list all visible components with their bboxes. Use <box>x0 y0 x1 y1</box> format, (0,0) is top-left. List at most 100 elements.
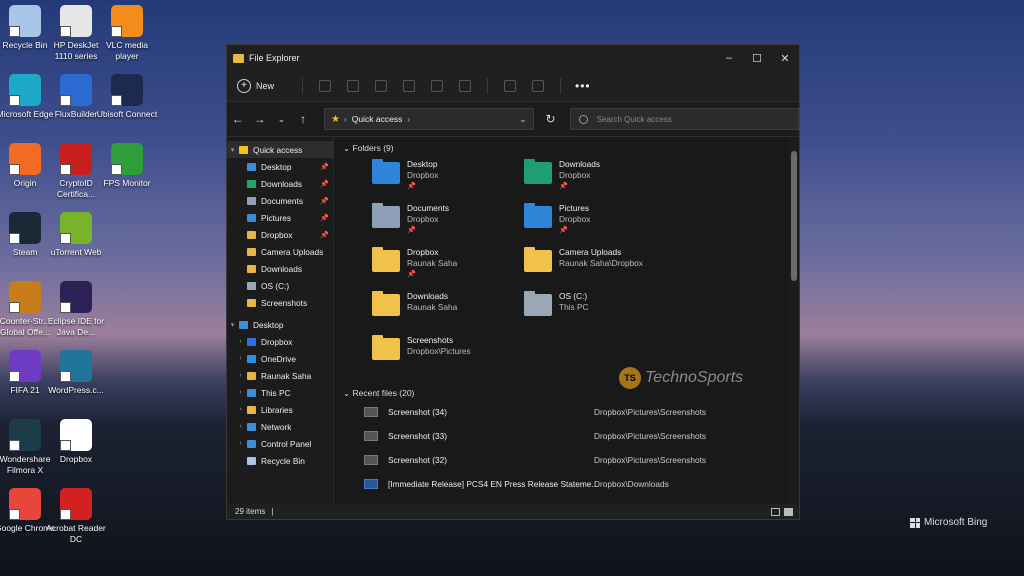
vertical-scrollbar[interactable] <box>789 137 799 504</box>
folder-icon <box>524 159 552 184</box>
app-icon <box>9 281 41 313</box>
back-arrow-icon[interactable]: ← <box>227 112 249 126</box>
forward-arrow-icon[interactable]: → <box>249 112 271 126</box>
delete-icon[interactable] <box>459 80 472 92</box>
desktop-icon[interactable]: WordPress.c... <box>44 350 108 396</box>
sidebar-item[interactable]: Downloads 📌 <box>227 175 333 192</box>
chevron-icon[interactable]: › <box>236 355 245 362</box>
sidebar-item[interactable]: Dropbox 📌 <box>227 226 333 243</box>
folder-tile[interactable]: OS (C:) This PC <box>524 291 674 331</box>
view-icon[interactable] <box>532 80 545 92</box>
folder-tile[interactable]: Dropbox Raunak Saha 📌 <box>372 247 522 287</box>
folder-tile[interactable]: Downloads Dropbox 📌 <box>524 159 674 199</box>
sidebar-item[interactable]: › This PC <box>227 384 333 401</box>
refresh-icon[interactable]: ↻ <box>546 112 556 126</box>
chevron-icon[interactable]: ▾ <box>228 146 237 154</box>
chevron-icon[interactable]: › <box>236 440 245 447</box>
new-button[interactable]: + New <box>237 79 274 93</box>
sidebar-item[interactable]: › Network <box>227 418 333 435</box>
folder-icon <box>247 439 256 448</box>
sidebar-item[interactable]: ▾ Desktop <box>227 316 333 333</box>
sidebar-item[interactable]: Screenshots <box>227 294 333 311</box>
folder-icon <box>372 247 400 272</box>
minimize-button[interactable]: – <box>715 52 743 65</box>
sidebar-item[interactable]: Documents 📌 <box>227 192 333 209</box>
rename-icon[interactable] <box>403 80 416 92</box>
share-icon[interactable] <box>431 80 444 92</box>
sidebar-item[interactable]: › Dropbox <box>227 333 333 350</box>
recent-file-row[interactable]: [Immediate Release] PCS4 EN Press Releas… <box>364 475 784 493</box>
scrollbar-thumb[interactable] <box>791 151 797 281</box>
desktop-icon[interactable]: Acrobat Reader DC <box>44 488 108 544</box>
folder-tile[interactable]: Pictures Dropbox 📌 <box>524 203 674 243</box>
folder-icon <box>524 291 552 316</box>
desktop-icon[interactable]: FPS Monitor <box>95 143 159 189</box>
app-icon <box>9 5 41 37</box>
sidebar-item[interactable]: Camera Uploads <box>227 243 333 260</box>
plus-icon: + <box>237 79 251 93</box>
sidebar-item[interactable]: › Raunak Saha <box>227 367 333 384</box>
sidebar-item[interactable]: OS (C:) <box>227 277 333 294</box>
title-bar[interactable]: File Explorer – ☐ ✕ <box>227 45 799 71</box>
recent-file-row[interactable]: Screenshot (33) Dropbox\Pictures\Screensh… <box>364 427 784 445</box>
folder-icon <box>239 145 248 154</box>
chevron-icon[interactable]: › <box>236 423 245 430</box>
app-icon <box>60 5 92 37</box>
app-icon <box>9 350 41 382</box>
folder-tile[interactable]: Screenshots Dropbox\Pictures <box>372 335 522 375</box>
up-arrow-icon[interactable]: ↑ <box>292 112 314 126</box>
cut-icon[interactable] <box>319 80 332 92</box>
sidebar-item-label: Pictures <box>261 212 291 223</box>
folder-icon <box>372 159 400 184</box>
desktop-icon[interactable]: Eclipse IDE for Java De... <box>44 281 108 337</box>
tiles-view-icon[interactable] <box>784 507 793 516</box>
chevron-icon[interactable]: › <box>236 338 245 345</box>
search-box[interactable]: Search Quick access <box>569 108 799 130</box>
folder-tile[interactable]: Documents Dropbox 📌 <box>372 203 522 243</box>
desktop-icon[interactable]: Ubisoft Connect <box>95 74 159 120</box>
sidebar-item[interactable]: › Control Panel <box>227 435 333 452</box>
chevron-down-icon[interactable]: ⌄ <box>519 114 526 125</box>
sidebar-item[interactable]: › Libraries <box>227 401 333 418</box>
paste-icon[interactable] <box>375 80 388 92</box>
folder-tile[interactable]: Downloads Raunak Saha <box>372 291 522 331</box>
folder-icon <box>247 422 256 431</box>
sidebar-item[interactable]: ▾ Quick access <box>227 141 333 158</box>
sidebar-item-label: OneDrive <box>261 353 297 364</box>
recent-chevron-down-icon[interactable]: ⌄ <box>270 114 292 125</box>
address-bar[interactable]: ★ › Quick access › ⌄ <box>323 108 534 130</box>
sidebar-item[interactable]: Desktop 📌 <box>227 158 333 175</box>
sidebar-item[interactable]: Pictures 📌 <box>227 209 333 226</box>
recent-file-row[interactable]: Screenshot (34) Dropbox\Pictures\Screensh… <box>364 403 784 421</box>
desktop-icon[interactable]: VLC media player <box>95 5 159 61</box>
address-bar-row: ← → ⌄ ↑ ★ › Quick access › ⌄ ↻ Search Qu… <box>227 102 799 137</box>
app-icon <box>60 281 92 313</box>
chevron-icon[interactable]: ▾ <box>228 321 237 329</box>
folder-icon <box>247 337 256 346</box>
maximize-button[interactable]: ☐ <box>743 52 771 65</box>
sidebar-item[interactable]: Downloads <box>227 260 333 277</box>
command-bar: + New ••• <box>227 71 799 102</box>
close-button[interactable]: ✕ <box>771 52 799 65</box>
sort-icon[interactable] <box>504 80 517 92</box>
breadcrumb-quick-access[interactable]: Quick access <box>352 114 403 124</box>
pin-icon: 📌 <box>320 231 329 239</box>
see-more-button[interactable]: ••• <box>575 79 591 93</box>
copy-icon[interactable] <box>347 80 360 92</box>
chevron-icon[interactable]: › <box>236 406 245 413</box>
recent-files-section-header[interactable]: ⌄ Recent files (20) <box>343 388 414 399</box>
folder-tile[interactable]: Camera Uploads Raunak Saha\Dropbox <box>524 247 674 287</box>
desktop-icon[interactable]: uTorrent Web <box>44 212 108 258</box>
details-view-icon[interactable] <box>771 507 780 516</box>
pin-icon: 📌 <box>320 197 329 205</box>
sidebar-item[interactable]: Recycle Bin <box>227 452 333 469</box>
folder-tile[interactable]: Desktop Dropbox 📌 <box>372 159 522 199</box>
sidebar-item-label: Screenshots <box>261 297 308 308</box>
sidebar-item[interactable]: › OneDrive <box>227 350 333 367</box>
chevron-icon[interactable]: › <box>236 372 245 379</box>
desktop-icon[interactable]: Dropbox <box>44 419 108 465</box>
recent-file-row[interactable]: Screenshot (32) Dropbox\Pictures\Screensh… <box>364 451 784 469</box>
chevron-icon[interactable]: › <box>236 389 245 396</box>
sidebar-item-label: Dropbox <box>261 336 293 347</box>
folders-section-header[interactable]: ⌄ Folders (9) <box>343 143 394 154</box>
